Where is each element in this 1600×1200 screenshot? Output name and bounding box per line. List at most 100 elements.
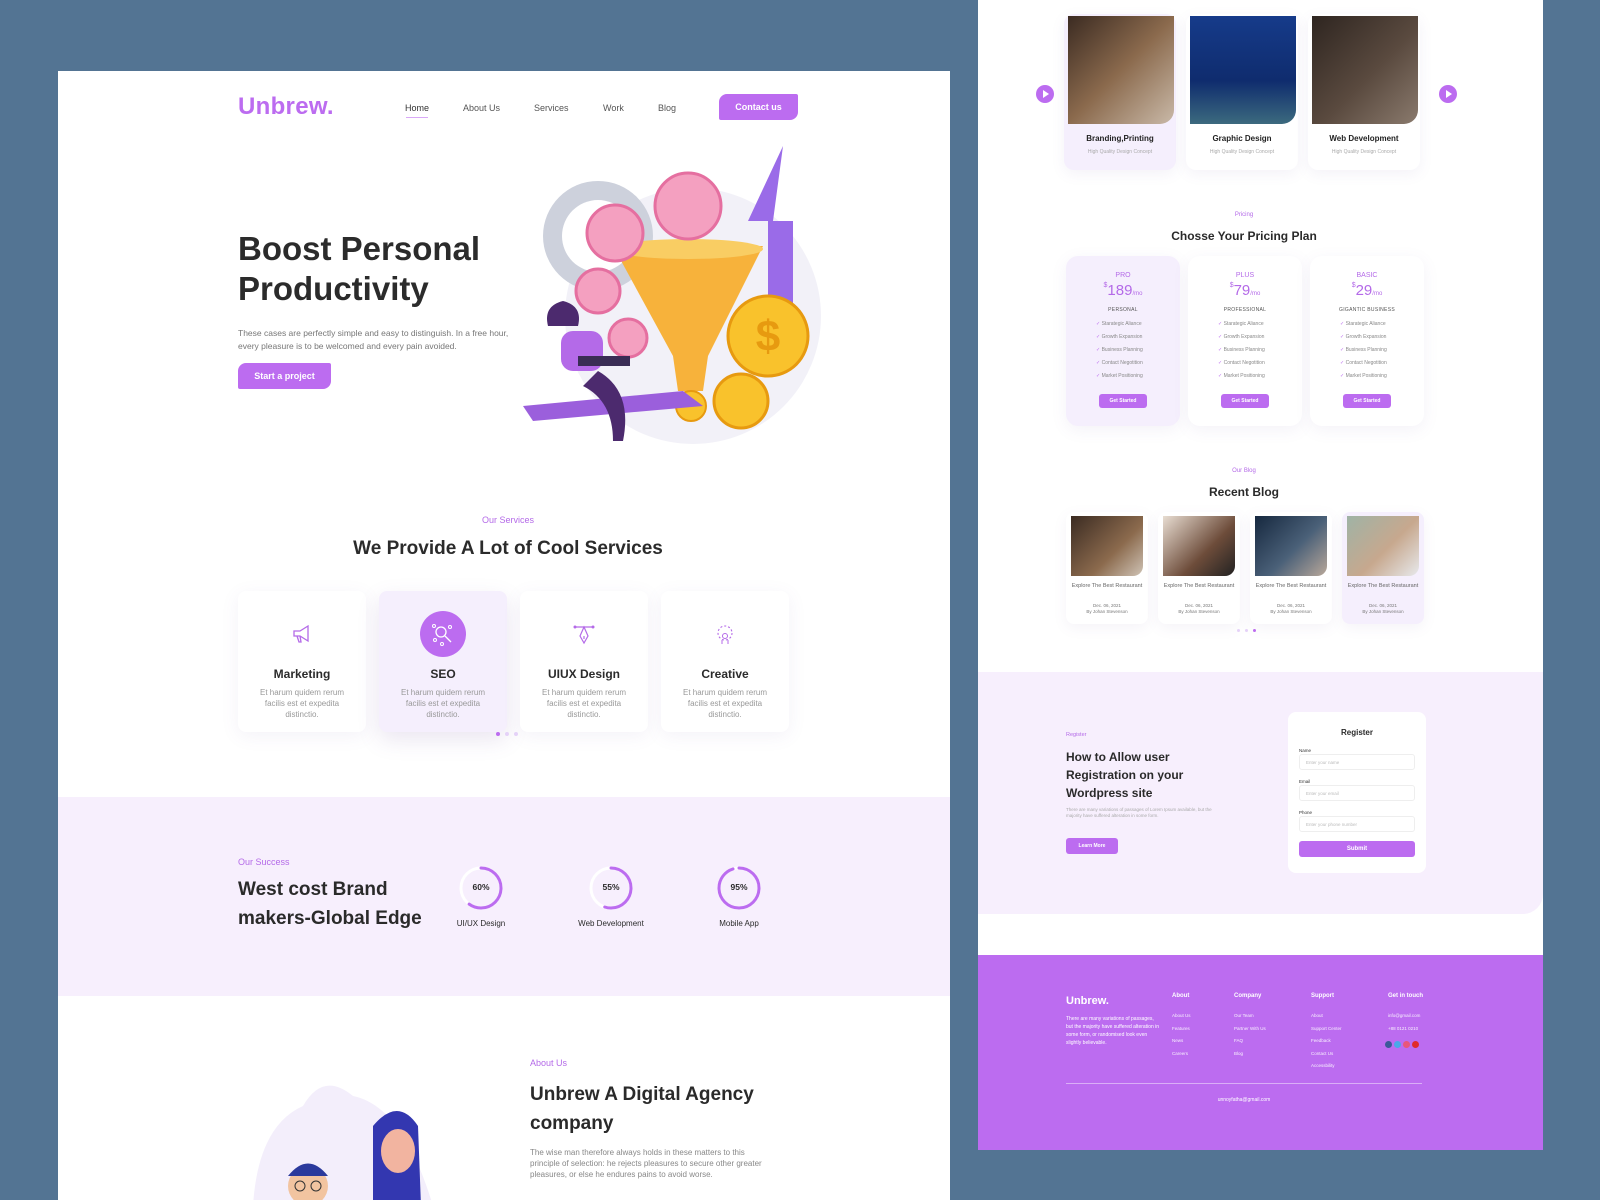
instagram-icon[interactable] [1403,1040,1410,1048]
success-kicker: Our Success [238,857,290,867]
stat-value: 55% [602,882,620,892]
hero-title: Boost Personal Productivity [238,230,481,307]
seo-search-icon [420,611,466,657]
service-card-uiux[interactable]: UIUX Design Et harum quidem rerum facili… [520,591,648,732]
social-links [1385,1035,1423,1053]
footer-link[interactable]: News [1172,1038,1191,1051]
nav-services[interactable]: Services [534,103,569,113]
success-section [58,797,950,996]
submit-button[interactable]: Submit [1299,841,1415,857]
user-avatar-icon [574,267,622,315]
contact-us-button[interactable]: Contact us [719,94,798,120]
pager-dot[interactable] [496,732,500,736]
plan-name: PLUS [1235,272,1255,279]
footer-heading: Get in touch [1388,993,1423,999]
youtube-icon[interactable] [1412,1040,1419,1048]
footer-link[interactable]: Our Team [1234,1013,1266,1026]
portfolio-title: Web Development [1329,134,1399,143]
footer-text: There are many variations of passages, b… [1066,1016,1160,1046]
service-card-creative[interactable]: Creative Et harum quidem rerum facilis e… [661,591,789,732]
plan-price: $29/mo [1351,282,1383,299]
footer-email[interactable]: info@gmail.com [1388,1013,1423,1026]
services-pager[interactable] [496,732,518,736]
portfolio-card[interactable]: Web Development High Quality Design Conc… [1308,14,1420,170]
footer-link[interactable]: About Us [1172,1013,1191,1026]
name-input[interactable]: Enter your name [1299,754,1415,770]
footer-link[interactable]: FAQ [1234,1038,1266,1051]
footer-phone[interactable]: +88 0121 0210 [1388,1026,1423,1035]
email-input[interactable]: Enter your email [1299,785,1415,801]
pager-dot[interactable] [505,732,509,736]
blog-card[interactable]: Explore The Best Restaurant Dec. 06, 202… [1342,512,1424,624]
carousel-prev-button[interactable] [1036,85,1054,103]
service-title: Marketing [273,667,331,681]
twitter-icon[interactable] [1394,1040,1401,1048]
pager-dot[interactable] [1245,629,1248,632]
blog-card[interactable]: Explore The Best Restaurant Dec. 06, 202… [1066,512,1148,624]
nav-home[interactable]: Home [405,103,429,118]
megaphone-icon [279,611,325,657]
pricing-card-basic: BASIC $29/mo GIGANTIC BUSINESS Starategi… [1310,256,1424,426]
pager-dot[interactable] [1237,629,1240,632]
footer-link[interactable]: Partner With Us [1234,1026,1266,1039]
register-form: Register Name Enter your name Email Ente… [1288,712,1426,873]
footer-link[interactable]: Blog [1234,1051,1266,1064]
footer-heading: About [1172,993,1190,999]
learn-more-button[interactable]: Learn More [1066,838,1118,854]
productivity-funnel-illustration: $ [523,146,821,444]
stat-value: 60% [472,882,490,892]
blog-card[interactable]: Explore The Best Restaurant Dec. 06, 202… [1250,512,1332,624]
facebook-icon[interactable] [1385,1040,1392,1048]
blog-pager[interactable] [1237,629,1256,632]
get-started-button[interactable]: Get Started [1099,394,1147,408]
stat-value: 95% [730,882,748,892]
footer-link[interactable]: Support Center [1311,1026,1342,1039]
landing-page-left: Unbrew. Home About Us Services Work Blog… [58,71,950,1200]
user-avatar-icon [607,317,649,359]
blog-post-meta: Dec. 06, 2021 By Johan Stevenson [1178,603,1220,614]
stat-label: Web Development [578,919,644,928]
portfolio-title: Graphic Design [1212,134,1272,143]
pager-dot[interactable] [1253,629,1256,632]
phone-input[interactable]: Enter your phone number [1299,816,1415,832]
footer-link[interactable]: Feedback [1311,1038,1342,1051]
nav-blog[interactable]: Blog [658,103,676,113]
blog-post-title: Explore The Best Restaurant [1163,583,1235,589]
plan-tier: PROFESSIONAL [1223,307,1267,313]
footer-link[interactable]: Careers [1172,1051,1191,1064]
portfolio-subtitle: High Quality Design Concept [1209,149,1275,155]
team-illustration [253,1085,432,1200]
hero-text: These cases are perfectly simple and eas… [238,328,509,351]
plan-features: Starategic AlianceGrowth ExpansionBusine… [1096,318,1143,383]
portfolio-card[interactable]: Graphic Design High Quality Design Conce… [1186,14,1298,170]
footer-link[interactable]: Features [1172,1026,1191,1039]
start-project-button[interactable]: Start a project [238,363,331,389]
portfolio-card[interactable]: Branding,Printing High Quality Design Co… [1064,14,1176,170]
name-label: Name [1299,748,1312,753]
logo[interactable]: Unbrew. [238,93,334,121]
carousel-next-button[interactable] [1439,85,1457,103]
plan-tier: PERSONAL [1108,307,1138,313]
blog-card[interactable]: Explore The Best Restaurant Dec. 06, 202… [1158,512,1240,624]
services-kicker: Our Services [481,515,534,525]
landing-page-right: Branding,Printing High Quality Design Co… [978,0,1543,1150]
blog-image [1255,516,1327,576]
pager-dot[interactable] [514,732,518,736]
footer-link[interactable]: Contact Us [1311,1051,1342,1064]
pricing-card-plus: PLUS $79/mo PROFESSIONAL Starategic Alia… [1188,256,1302,426]
nav-work[interactable]: Work [603,103,624,113]
get-started-button[interactable]: Get Started [1343,394,1391,408]
blog-image [1071,516,1143,576]
get-started-button[interactable]: Get Started [1221,394,1269,408]
service-card-marketing[interactable]: Marketing Et harum quidem rerum facilis … [238,591,366,732]
lightbulb-head-icon [702,611,748,657]
footer-link[interactable]: Accessbility [1311,1063,1342,1076]
services-title: We Provide A Lot of Cool Services [353,538,663,559]
footer-link[interactable]: About [1311,1013,1342,1026]
plan-price: $79/mo [1229,282,1261,299]
footer-logo[interactable]: Unbrew. [1066,995,1109,1007]
nav-about-us[interactable]: About Us [463,103,500,113]
service-card-seo[interactable]: SEO Et harum quidem rerum facilis est et… [379,591,507,732]
register-kicker: Register [1066,732,1087,738]
service-desc: Et harum quidem rerum facilis est et exp… [682,688,768,719]
